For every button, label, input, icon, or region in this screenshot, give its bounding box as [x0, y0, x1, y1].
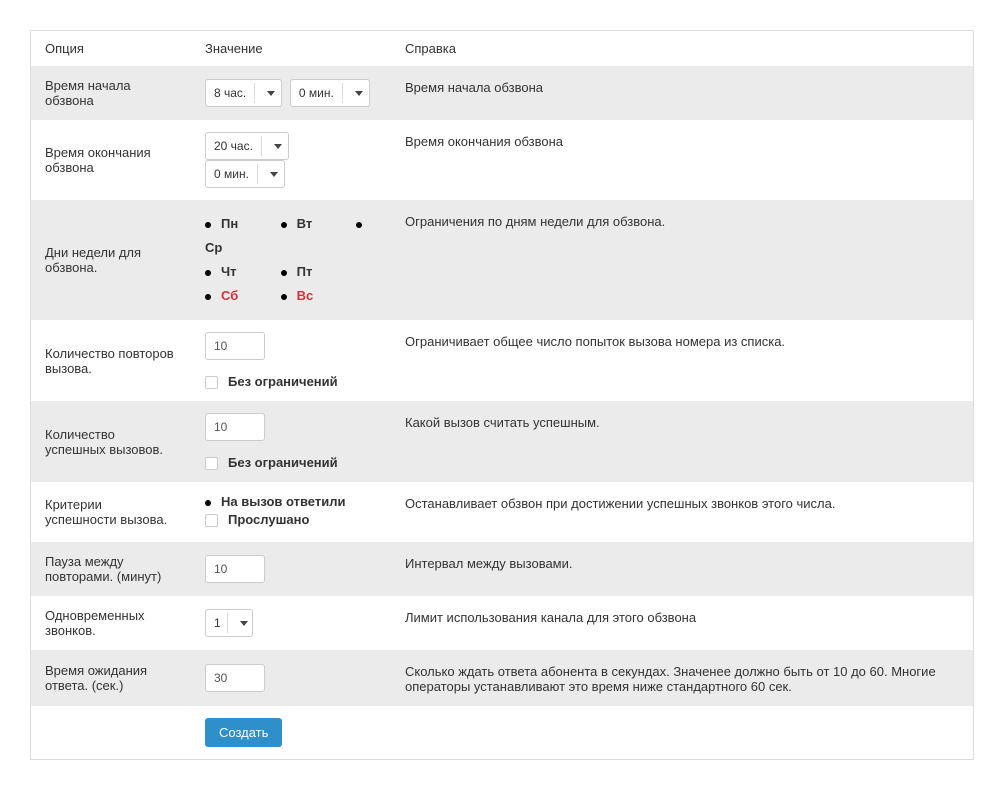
help-days: Ограничения по дням недели для обзвона.: [391, 200, 973, 320]
row-success-count: Количество успешных вызовов. Без огранич…: [31, 401, 973, 482]
start-min-value: 0 мин.: [299, 86, 334, 100]
create-button[interactable]: Создать: [205, 718, 282, 747]
row-pause: Пауза между повторами. (минут) Интервал …: [31, 542, 973, 596]
label-end-time: Время окончания обзвона: [31, 120, 191, 200]
criteria-listened[interactable]: Прослушано: [205, 512, 377, 527]
start-hour-select[interactable]: 8 час.: [205, 79, 282, 107]
row-concurrent: Одновременных звонков. 1 Лимит использов…: [31, 596, 973, 650]
header-option: Опция: [31, 31, 191, 66]
radio-icon: [205, 222, 211, 228]
label-pause: Пауза между повторами. (минут): [31, 542, 191, 596]
day-sat[interactable]: Сб: [205, 288, 277, 303]
criteria-answered[interactable]: На вызов ответили: [205, 494, 377, 509]
help-start-time: Время начала обзвона: [391, 66, 973, 120]
help-repeats: Ограничивает общее число попыток вызова …: [391, 320, 973, 401]
help-success-count: Какой вызов считать успешным.: [391, 401, 973, 482]
row-footer: Создать: [31, 706, 973, 759]
radio-icon: [281, 222, 287, 228]
label-start-time: Время начала обзвона: [31, 66, 191, 120]
day-sun[interactable]: Вс: [281, 288, 353, 303]
caret-down-icon: [355, 91, 363, 96]
row-criteria: Критерии успешности вызова. На вызов отв…: [31, 482, 973, 542]
help-wait: Сколько ждать ответа абонента в секундах…: [391, 650, 973, 706]
wait-input[interactable]: [205, 664, 265, 692]
checkbox-icon: [205, 457, 218, 470]
radio-icon: [205, 270, 211, 276]
settings-panel: Опция Значение Справка Время начала обзв…: [30, 30, 974, 760]
repeats-input[interactable]: [205, 332, 265, 360]
pause-input[interactable]: [205, 555, 265, 583]
header-value: Значение: [191, 31, 391, 66]
start-hour-value: 8 час.: [214, 86, 246, 100]
concurrent-value: 1: [214, 616, 221, 630]
radio-icon: [281, 294, 287, 300]
row-end-time: Время окончания обзвона 20 час. 0 мин. В…: [31, 120, 973, 200]
day-tue[interactable]: Вт: [281, 216, 353, 231]
repeats-unlimited[interactable]: Без ограничений: [205, 374, 377, 389]
label-repeats: Количество повторов вызова.: [31, 320, 191, 401]
label-wait: Время ожидания ответа. (сек.): [31, 650, 191, 706]
success-count-input[interactable]: [205, 413, 265, 441]
label-days: Дни недели для обзвона.: [31, 200, 191, 320]
header-help: Справка: [391, 31, 973, 66]
radio-icon: [356, 222, 362, 228]
end-min-select[interactable]: 0 мин.: [205, 160, 285, 188]
checkbox-icon: [205, 514, 218, 527]
end-hour-value: 20 час.: [214, 139, 253, 153]
day-fri[interactable]: Пт: [281, 264, 353, 279]
radio-icon: [205, 294, 211, 300]
checkbox-icon: [205, 376, 218, 389]
help-concurrent: Лимит использования канала для этого обз…: [391, 596, 973, 650]
caret-down-icon: [274, 144, 282, 149]
label-concurrent: Одновременных звонков.: [31, 596, 191, 650]
day-thu[interactable]: Чт: [205, 264, 277, 279]
help-criteria: Останавливает обзвон при достижении успе…: [391, 482, 973, 542]
radio-icon: [281, 270, 287, 276]
help-end-time: Время окончания обзвона: [391, 120, 973, 200]
days-group: Пн Вт Ср Чт Пт Сб Вс: [205, 212, 377, 308]
caret-down-icon: [270, 172, 278, 177]
label-criteria: Критерии успешности вызова.: [31, 482, 191, 542]
concurrent-select[interactable]: 1: [205, 609, 253, 637]
end-hour-select[interactable]: 20 час.: [205, 132, 289, 160]
day-mon[interactable]: Пн: [205, 216, 277, 231]
caret-down-icon: [240, 621, 248, 626]
caret-down-icon: [267, 91, 275, 96]
row-repeats: Количество повторов вызова. Без ограниче…: [31, 320, 973, 401]
end-min-value: 0 мин.: [214, 167, 249, 181]
row-wait: Время ожидания ответа. (сек.) Сколько жд…: [31, 650, 973, 706]
start-min-select[interactable]: 0 мин.: [290, 79, 370, 107]
settings-table: Опция Значение Справка Время начала обзв…: [31, 31, 973, 759]
success-unlimited[interactable]: Без ограничений: [205, 455, 377, 470]
radio-icon: [205, 500, 211, 506]
help-pause: Интервал между вызовами.: [391, 542, 973, 596]
row-start-time: Время начала обзвона 8 час. 0 мин. Время…: [31, 66, 973, 120]
label-success-count: Количество успешных вызовов.: [31, 401, 191, 482]
row-days: Дни недели для обзвона. Пн Вт Ср Чт Пт С…: [31, 200, 973, 320]
